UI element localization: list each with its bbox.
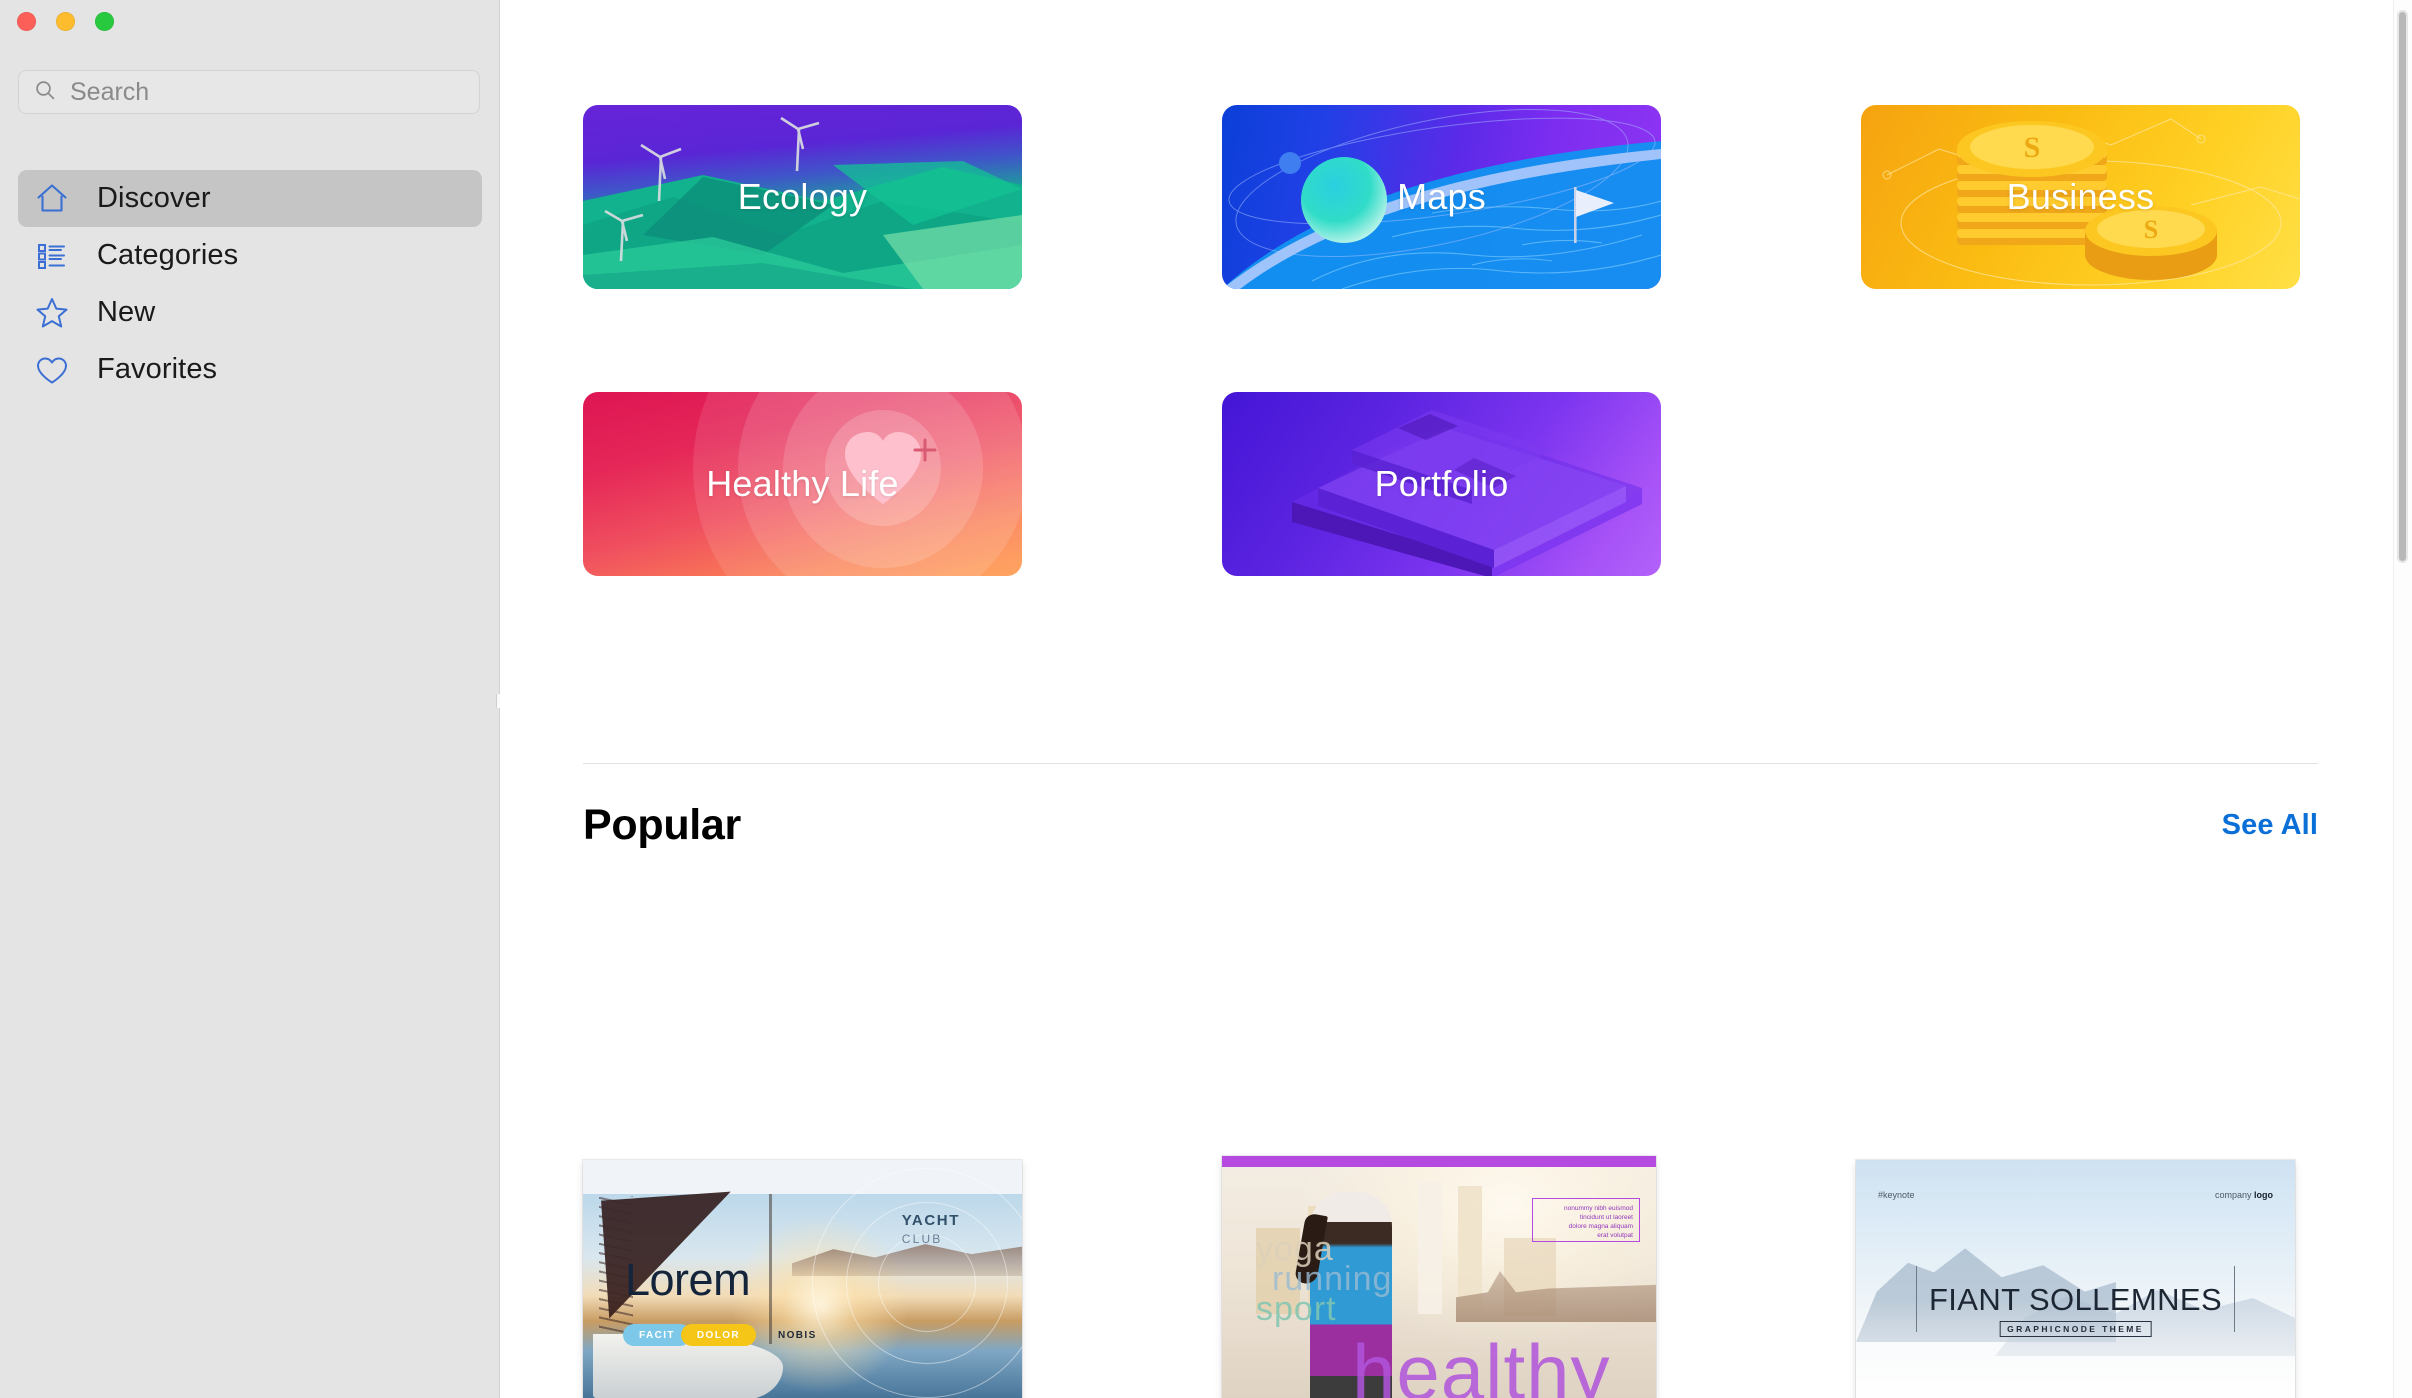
app-window: Discover Categories <box>0 0 2412 1398</box>
category-grid: Ecology Maps S S Business Healthy Life P… <box>583 105 2318 576</box>
thumb-company-logo-text: company logo <box>2214 1190 2273 1200</box>
thumb-tag: #keynote <box>1878 1190 1915 1200</box>
maximize-window-button[interactable] <box>95 12 114 31</box>
category-card-healthy-life[interactable]: Healthy Life <box>583 392 1022 576</box>
close-window-button[interactable] <box>17 12 36 31</box>
sidebar-item-label: Categories <box>97 239 239 271</box>
section-divider <box>583 763 2318 764</box>
window-controls <box>17 12 114 31</box>
category-title: Healthy Life <box>706 463 899 504</box>
list-icon <box>32 236 72 276</box>
thumb-big-word: healthy <box>1352 1328 1611 1398</box>
search-icon <box>29 78 57 107</box>
main-content: Ecology Maps S S Business Healthy Life P… <box>500 0 2412 1398</box>
category-card-placeholder <box>1861 392 2300 576</box>
yacht-club-kicker: YACHT CLUB <box>901 1212 960 1246</box>
star-icon <box>32 293 72 333</box>
category-card-maps[interactable]: Maps <box>1222 105 1661 289</box>
sidebar-item-new[interactable]: New <box>18 284 482 341</box>
popular-grid: YACHT CLUB Lorem FACIT DOLOR NOBIS yoga … <box>583 1156 2318 1398</box>
popular-card-fiant-sollemnes[interactable]: #keynote company logo FIANT SOLLEMNES GR… <box>1856 1160 2295 1398</box>
heart-icon <box>32 350 72 390</box>
sidebar-item-favorites[interactable]: Favorites <box>18 341 482 398</box>
category-card-ecology[interactable]: Ecology <box>583 105 1022 289</box>
thumb-pills: FACIT DOLOR NOBIS <box>623 1324 833 1346</box>
thumb-title: Lorem <box>625 1254 751 1305</box>
sidebar-item-categories[interactable]: Categories <box>18 227 482 284</box>
category-card-business[interactable]: S S Business <box>1861 105 2300 289</box>
category-title: Portfolio <box>1374 463 1509 504</box>
popular-row: YACHT CLUB Lorem FACIT DOLOR NOBIS yoga … <box>583 1156 2318 1398</box>
category-card-portfolio[interactable]: Portfolio <box>1222 392 1661 576</box>
category-row: Ecology Maps S S Business <box>583 105 2318 289</box>
minimize-window-button[interactable] <box>56 12 75 31</box>
sidebar-nav: Discover Categories New Favorites <box>18 170 482 398</box>
svg-text:S: S <box>2024 131 2041 164</box>
category-title: Business <box>2006 176 2155 217</box>
misty-mountains-photo: #keynote company logo FIANT SOLLEMNES GR… <box>1856 1160 2295 1398</box>
sidebar-item-label: Favorites <box>97 353 218 385</box>
popular-card-healthy[interactable]: yoga running sport healthy nonummy nibh … <box>1222 1156 1656 1398</box>
house-icon <box>32 179 72 219</box>
sidebar-item-label: Discover <box>97 182 211 214</box>
thumb-subtitle: GRAPHICNODE THEME <box>1999 1321 2152 1337</box>
thumb-title: FIANT SOLLEMNES <box>1928 1282 2223 1317</box>
thumb-text-line: sport <box>1256 1290 1337 1328</box>
decorative-circles <box>812 1168 1022 1398</box>
pill-label: DOLOR <box>680 1324 756 1346</box>
scrollbar-track[interactable] <box>2393 0 2412 1398</box>
see-all-link[interactable]: See All <box>2222 809 2318 842</box>
category-row: Healthy Life Portfolio <box>583 392 2318 576</box>
search-field[interactable] <box>18 70 480 114</box>
search-input[interactable] <box>70 77 450 107</box>
fitness-runner-photo: yoga running sport healthy nonummy nibh … <box>1222 1156 1656 1398</box>
popular-section-header: Popular See All <box>583 795 2318 855</box>
popular-card-lorem[interactable]: YACHT CLUB Lorem FACIT DOLOR NOBIS <box>583 1160 1022 1398</box>
category-title: Ecology <box>737 176 868 217</box>
category-title: Maps <box>1397 176 1486 217</box>
pill-label: NOBIS <box>778 1329 817 1341</box>
accent-bar <box>1222 1156 1656 1167</box>
yacht-sunset-photo: YACHT CLUB Lorem FACIT DOLOR NOBIS <box>583 1160 1022 1398</box>
vertical-scrollbar-thumb[interactable] <box>2397 10 2408 563</box>
svg-text:S: S <box>2144 215 2158 244</box>
sidebar-item-discover[interactable]: Discover <box>18 170 482 227</box>
sidebar: Discover Categories <box>0 0 503 1398</box>
sidebar-item-label: New <box>97 296 156 328</box>
section-title: Popular <box>583 800 741 849</box>
thumb-callout-box: nonummy nibh euismod tincidunt ut laoree… <box>1532 1198 1640 1242</box>
